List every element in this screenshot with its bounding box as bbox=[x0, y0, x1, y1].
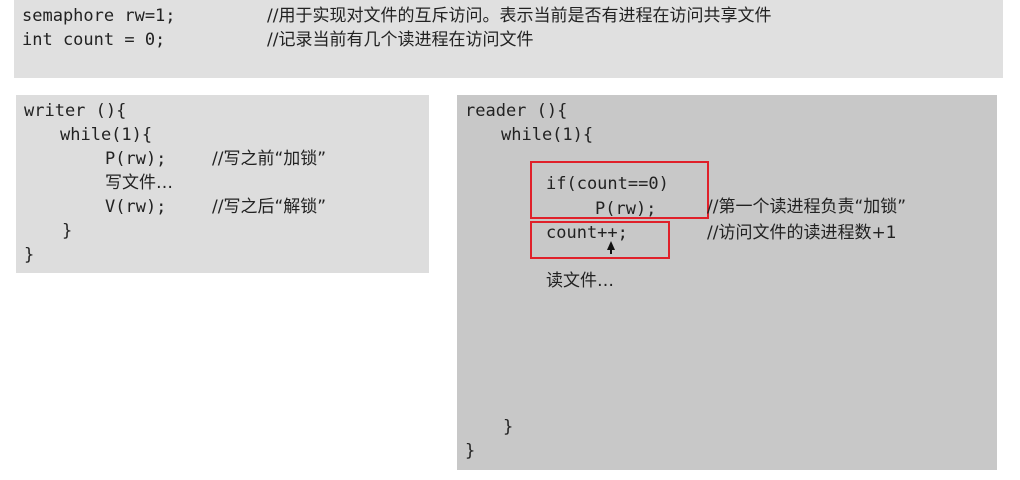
semaphore-comment: //用于实现对文件的互斥访问。表示当前是否有进程在访问共享文件 bbox=[267, 6, 772, 26]
reader-p-comment: //第一个读进程负责“加锁” bbox=[707, 197, 907, 217]
reader-p-statement: P(rw); bbox=[595, 199, 657, 219]
writer-v-comment: //写之后“解锁” bbox=[212, 197, 327, 217]
writer-v-statement: V(rw); bbox=[105, 197, 167, 217]
writer-close: } bbox=[24, 245, 35, 265]
writer-code-box: writer (){ while(1){ P(rw); //写之前“加锁” 写文… bbox=[16, 95, 429, 273]
writer-p-comment: //写之前“加锁” bbox=[212, 149, 327, 169]
reader-header: reader (){ bbox=[465, 101, 568, 121]
semaphore-declaration: semaphore rw=1; bbox=[22, 6, 176, 26]
reader-if-statement: if(count==0) bbox=[546, 174, 669, 194]
reader-read-file: 读文件… bbox=[546, 271, 614, 291]
reader-while: while(1){ bbox=[501, 125, 594, 145]
writer-p-statement: P(rw); bbox=[105, 149, 167, 169]
mouse-cursor-icon bbox=[607, 241, 615, 254]
count-comment: //记录当前有几个读进程在访问文件 bbox=[267, 30, 534, 50]
reader-count-increment: count++; bbox=[546, 223, 628, 243]
reader-while-close: } bbox=[503, 417, 514, 437]
reader-code-box: reader (){ while(1){ if(count==0) P(rw);… bbox=[457, 95, 997, 470]
count-declaration: int count = 0; bbox=[22, 30, 166, 50]
reader-close: } bbox=[465, 441, 476, 461]
declarations-box: semaphore rw=1; //用于实现对文件的互斥访问。表示当前是否有进程… bbox=[14, 0, 1003, 78]
writer-write-file: 写文件… bbox=[105, 173, 173, 193]
writer-while-close: } bbox=[62, 221, 73, 241]
writer-while: while(1){ bbox=[60, 125, 153, 145]
writer-header: writer (){ bbox=[24, 101, 127, 121]
reader-count-comment: //访问文件的读进程数+1 bbox=[707, 223, 897, 243]
